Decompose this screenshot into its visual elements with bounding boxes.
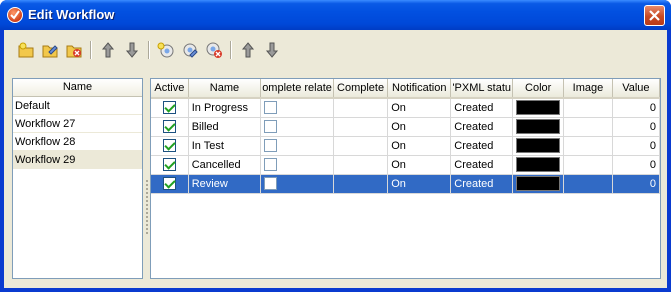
color-swatch[interactable] [516,176,561,191]
status-name-cell[interactable]: Review [188,174,262,194]
complete-related-checkbox[interactable] [264,139,278,152]
notification-cell[interactable]: On [387,155,452,175]
column-header-notification[interactable]: Notification [387,79,452,99]
title-bar[interactable]: Edit Workflow [0,0,671,30]
workflow-item[interactable]: Workflow 27 [13,115,142,133]
complete-related-checkbox[interactable] [264,158,278,171]
workflow-list-header[interactable]: Name [13,79,142,97]
table-row-selected[interactable]: Review On Created 0 [151,174,660,194]
window-title: Edit Workflow [28,7,115,22]
active-checkbox[interactable] [162,177,176,190]
column-header-value[interactable]: Value [612,79,660,99]
pxml-status-cell[interactable]: Created [450,98,514,118]
toolbar-separator [90,41,92,59]
add-status-icon[interactable] [156,40,176,60]
active-checkbox[interactable] [162,120,176,133]
color-swatch[interactable] [516,119,561,134]
table-row[interactable]: In Progress On Created 0 [151,98,660,118]
complete-cell[interactable] [333,136,389,156]
close-icon [649,10,660,21]
column-header-complete[interactable]: Complete [333,79,389,99]
move-status-down-icon[interactable] [262,40,282,60]
status-name-cell[interactable]: In Test [188,136,262,156]
column-header-color[interactable]: Color [512,79,565,99]
column-header-name[interactable]: Name [188,79,262,99]
complete-related-checkbox[interactable] [264,101,278,115]
app-icon [7,7,23,23]
table-row[interactable]: Cancelled On Created 0 [151,155,660,175]
image-cell[interactable] [563,117,613,137]
delete-workflow-icon[interactable] [64,40,84,60]
pxml-status-cell[interactable]: Created [450,155,514,175]
status-name-cell[interactable]: In Progress [188,98,262,118]
workflow-item-selected[interactable]: Workflow 29 [13,151,142,169]
complete-related-checkbox[interactable] [264,120,278,133]
table-row[interactable]: Billed On Created 0 [151,117,660,137]
complete-cell[interactable] [333,155,389,175]
edit-status-icon[interactable] [180,40,200,60]
move-status-up-icon[interactable] [238,40,258,60]
column-header-pxml-status[interactable]: 'PXML statu [450,79,514,99]
pxml-status-cell[interactable]: Created [450,174,514,194]
pxml-status-cell[interactable]: Created [450,117,514,137]
image-cell[interactable] [563,98,613,118]
image-cell[interactable] [563,155,613,175]
add-workflow-icon[interactable] [16,40,36,60]
value-cell[interactable]: 0 [612,98,660,118]
status-table: Active Name omplete relate Complete Noti… [151,79,660,194]
value-cell[interactable]: 0 [612,136,660,156]
delete-status-icon[interactable] [204,40,224,60]
toolbar-separator [148,41,150,59]
active-checkbox[interactable] [162,158,176,171]
color-swatch[interactable] [516,100,561,116]
active-checkbox[interactable] [162,139,176,152]
column-header-active[interactable]: Active [151,79,189,99]
workflow-list[interactable]: Name Default Workflow 27 Workflow 28 Wor… [12,78,143,279]
notification-cell[interactable]: On [387,174,452,194]
pxml-status-cell[interactable]: Created [450,136,514,156]
notification-cell[interactable]: On [387,136,452,156]
complete-cell[interactable] [333,98,389,118]
toolbar-separator [230,41,232,59]
image-cell[interactable] [563,174,613,194]
workflow-item[interactable]: Default [13,97,142,115]
edit-workflow-icon[interactable] [40,40,60,60]
status-name-cell[interactable]: Billed [188,117,262,137]
complete-related-checkbox[interactable] [264,177,278,190]
table-row[interactable]: In Test On Created 0 [151,136,660,156]
move-up-icon[interactable] [98,40,118,60]
complete-cell[interactable] [333,117,389,137]
status-name-cell[interactable]: Cancelled [188,155,262,175]
notification-cell[interactable]: On [387,117,452,137]
status-grid[interactable]: Active Name omplete relate Complete Noti… [150,78,661,279]
color-swatch[interactable] [516,157,561,172]
move-down-icon[interactable] [122,40,142,60]
color-swatch[interactable] [516,138,561,153]
workflow-item[interactable]: Workflow 28 [13,133,142,151]
value-cell[interactable]: 0 [612,174,660,194]
notification-cell[interactable]: On [387,98,452,118]
edit-workflow-window: Edit Workflow Name Default Workflow 27 W… [0,0,671,292]
active-checkbox[interactable] [162,101,176,115]
dialog-body: Name Default Workflow 27 Workflow 28 Wor… [4,30,667,288]
complete-cell[interactable] [333,174,389,194]
column-header-image[interactable]: Image [563,79,613,99]
grid-header-row: Active Name omplete relate Complete Noti… [151,79,660,99]
close-button[interactable] [644,5,665,26]
value-cell[interactable]: 0 [612,155,660,175]
value-cell[interactable]: 0 [612,117,660,137]
column-header-complete-related[interactable]: omplete relate [260,79,334,99]
image-cell[interactable] [563,136,613,156]
